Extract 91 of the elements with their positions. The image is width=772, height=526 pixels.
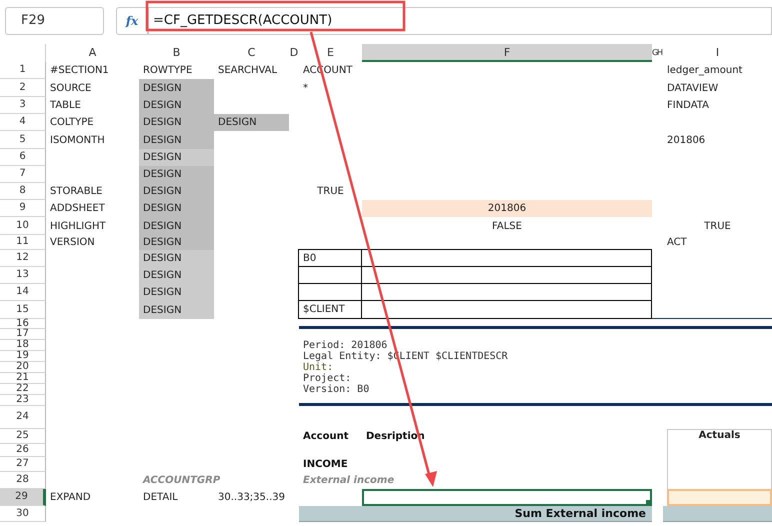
row-header[interactable]: 15 [0, 301, 46, 319]
column-header[interactable]: D [289, 44, 299, 62]
table-cell-text: TRUE [703, 220, 732, 234]
row-header[interactable]: 23 [0, 395, 46, 406]
column-header[interactable]: I [663, 44, 772, 62]
row-header[interactable]: 6 [0, 149, 46, 166]
name-box[interactable]: F29 [5, 7, 104, 35]
table-cell-text: 201806 [666, 134, 706, 148]
table-cell-text: Version: B0 [302, 384, 370, 395]
column-header[interactable]: F [362, 44, 652, 62]
column-header[interactable]: A [46, 44, 139, 62]
table-cell: DESIGN [139, 97, 214, 114]
table-cell: DESIGN [139, 301, 214, 319]
table-cell-text: Period: 201806 [302, 340, 388, 351]
table-cell-text: SOURCE [49, 82, 92, 96]
table-cell-text: ADDSHEET [49, 202, 106, 216]
row-header[interactable]: 26 [0, 444, 46, 457]
table-cell-text: Project: [302, 373, 352, 384]
row-header[interactable]: 24 [0, 406, 46, 429]
row-header[interactable]: 4 [0, 114, 46, 131]
table-cell: DESIGN [139, 149, 214, 166]
table-cell-text: TRUE [316, 185, 345, 199]
row-header[interactable]: 8 [0, 183, 46, 200]
row-header[interactable]: 5 [0, 131, 46, 149]
table-cell-text: #SECTION1 [49, 64, 110, 78]
function-button[interactable]: fx [116, 7, 148, 35]
table-cell-text: DETAIL [142, 491, 179, 505]
table-cell-text: ledger_amount [666, 64, 744, 78]
table-cell: DESIGN [139, 131, 214, 149]
table-cell: Sum External income [299, 506, 652, 522]
table-cell-text: TABLE [49, 99, 82, 113]
column-header[interactable]: E [299, 44, 362, 62]
table-cell: DESIGN [139, 217, 214, 235]
table-cell: DESIGN [139, 79, 214, 97]
column-header[interactable]: G [652, 44, 657, 62]
table-cell: DESIGN [214, 114, 289, 131]
table-cell: DESIGN [139, 267, 214, 284]
table-cell-text: FALSE [491, 220, 523, 234]
formula-field[interactable]: =CF_GETDESCR(ACCOUNT) [148, 7, 772, 35]
table-cell: DESIGN [139, 183, 214, 200]
table-cell: DESIGN [139, 235, 214, 250]
row-header[interactable]: 25 [0, 429, 46, 444]
row-header[interactable]: 17 [0, 329, 46, 340]
row-header[interactable]: 16 [0, 319, 46, 329]
table-cell: DESIGN [139, 250, 214, 267]
table-cell-text: External income [302, 474, 396, 488]
table-cell-text: DATAVIEW [666, 82, 720, 96]
table-cell-text: 30..33;35..39 [217, 491, 286, 505]
row-header[interactable]: 9 [0, 200, 46, 217]
table-cell: DESIGN [139, 200, 214, 217]
table-cell-text: STORABLE [49, 185, 104, 199]
row-header[interactable]: 14 [0, 284, 46, 301]
row-header[interactable]: 1 [0, 62, 46, 79]
table-cell-text: VERSION [49, 236, 96, 250]
row-header[interactable]: 7 [0, 166, 46, 183]
table-cell-text: EXPAND [49, 491, 92, 505]
row-header[interactable]: 21 [0, 373, 46, 384]
table-cell-text: ISOMONTH [49, 134, 106, 148]
table-cell-text: Unit: [302, 362, 334, 373]
row-header[interactable]: 27 [0, 457, 46, 472]
row-header[interactable]: 20 [0, 362, 46, 373]
table-cell-text: ROWTYPE [142, 64, 194, 78]
table-cell-text: HIGHLIGHT [49, 220, 107, 234]
row-header[interactable]: 18 [0, 340, 46, 351]
row-header[interactable]: 3 [0, 97, 46, 114]
table-cell-text: ACCOUNTGRP [142, 474, 222, 488]
row-header[interactable]: 2 [0, 79, 46, 97]
column-header[interactable]: H [657, 44, 663, 62]
table-cell: 201806 [362, 200, 652, 217]
row-header[interactable]: 22 [0, 384, 46, 395]
row-header[interactable]: 29 [0, 489, 46, 506]
table-cell: DESIGN [139, 284, 214, 301]
row-header[interactable]: 10 [0, 217, 46, 235]
table-cell-text: ACT [666, 236, 688, 250]
table-cell-text: COLTYPE [49, 116, 95, 130]
table-cell-text: INCOME [302, 458, 349, 472]
row-header[interactable]: 12 [0, 250, 46, 267]
table-cell-text: Account [302, 430, 350, 444]
table-cell: DESIGN [139, 114, 214, 131]
table-cell: DESIGN [139, 166, 214, 183]
table-cell: $CLIENT [298, 300, 362, 319]
table-cell-text: FINDATA [666, 99, 710, 113]
row-header[interactable]: 11 [0, 235, 46, 250]
table-cell: B0 [298, 249, 362, 267]
column-header[interactable]: B [139, 44, 214, 62]
table-cell-text: * [302, 82, 309, 96]
row-header[interactable]: 19 [0, 351, 46, 362]
row-header[interactable]: 13 [0, 267, 46, 284]
column-header[interactable]: C [214, 44, 289, 62]
table-cell-text: SEARCHVAL [217, 64, 278, 78]
row-header[interactable]: 30 [0, 506, 46, 522]
